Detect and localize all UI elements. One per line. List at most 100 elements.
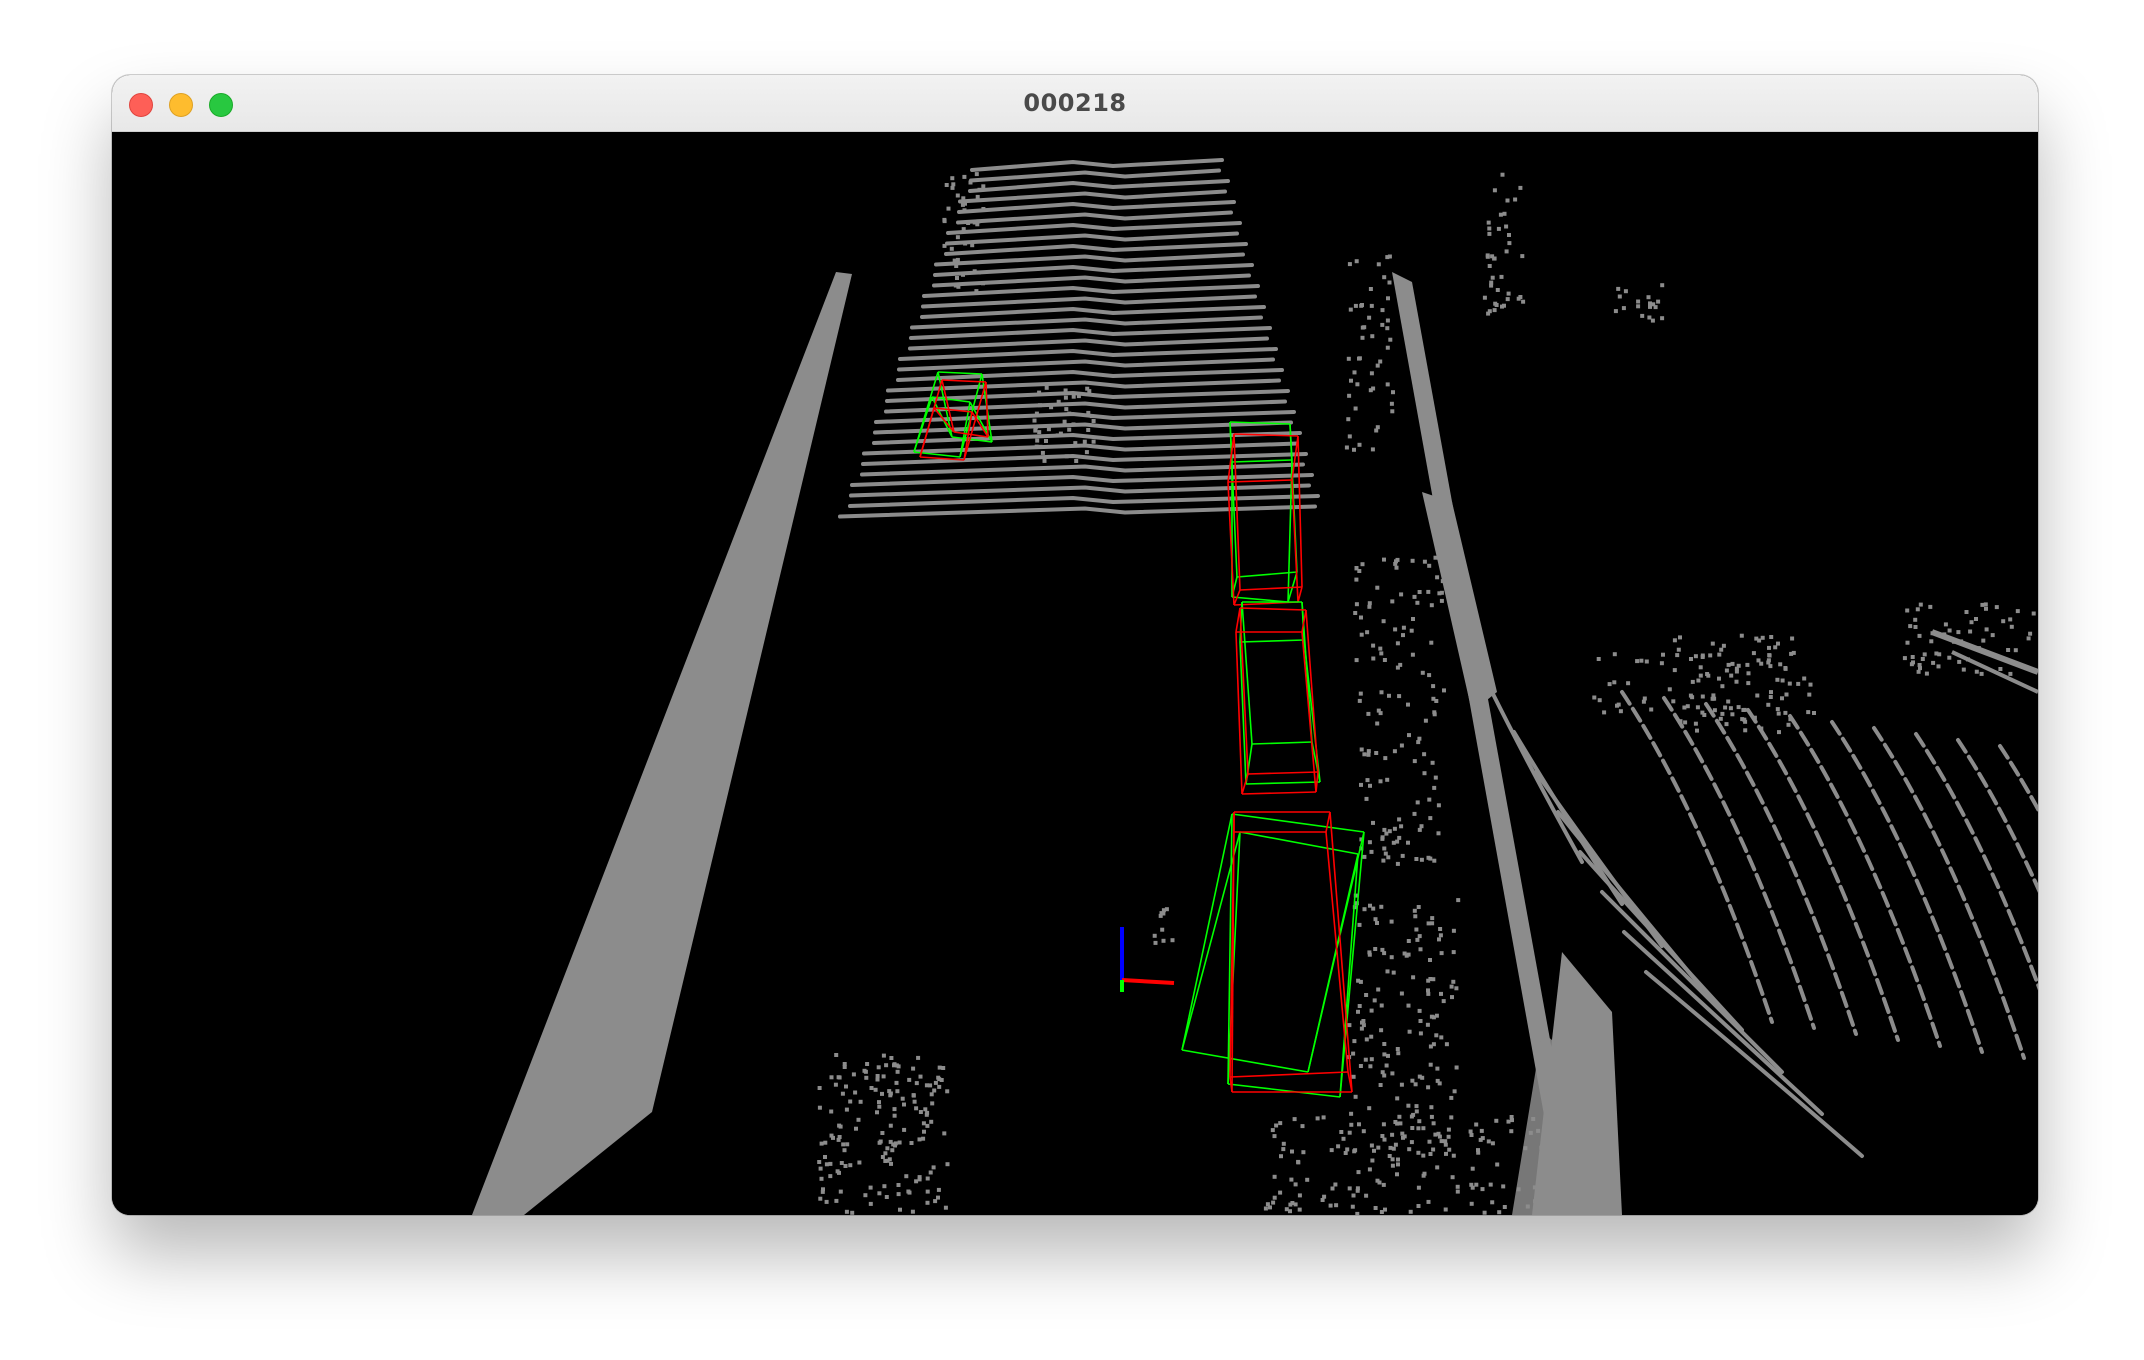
point	[1700, 653, 1705, 658]
point	[850, 1210, 855, 1215]
point	[868, 1201, 873, 1206]
point	[1408, 1209, 1413, 1214]
point	[1905, 608, 1910, 613]
point	[1676, 647, 1681, 652]
point	[914, 1106, 919, 1111]
point	[1539, 1145, 1544, 1150]
point	[895, 1069, 900, 1074]
point	[1913, 617, 1918, 622]
point	[944, 183, 949, 187]
point	[1358, 979, 1363, 984]
point	[1320, 1198, 1325, 1202]
point	[1918, 666, 1922, 671]
point	[1369, 1034, 1374, 1039]
point	[1410, 1126, 1415, 1130]
point	[1360, 335, 1365, 340]
point	[1365, 778, 1370, 783]
point	[884, 1063, 889, 1068]
point	[1385, 969, 1390, 974]
point	[1495, 1162, 1500, 1167]
point	[1482, 1210, 1487, 1215]
point	[853, 1090, 858, 1095]
point	[1806, 710, 1811, 715]
point	[1371, 643, 1376, 648]
point	[817, 1086, 822, 1090]
point	[1617, 294, 1622, 299]
point	[1384, 1063, 1389, 1068]
point	[1427, 797, 1432, 802]
point	[929, 1092, 934, 1097]
point	[1492, 256, 1497, 261]
point	[1073, 441, 1078, 446]
point	[1808, 682, 1813, 687]
point-cloud-scene[interactable]	[112, 132, 2038, 1215]
point	[1414, 1109, 1419, 1114]
point	[1055, 433, 1060, 438]
point	[1615, 703, 1619, 708]
point	[1396, 1051, 1401, 1056]
point	[1436, 831, 1441, 836]
point	[1717, 676, 1721, 681]
point	[1064, 407, 1069, 412]
point	[902, 1127, 907, 1132]
point	[1444, 1151, 1448, 1156]
point	[1367, 952, 1372, 957]
point	[1373, 1206, 1378, 1210]
point	[843, 1164, 848, 1168]
point	[840, 1091, 845, 1096]
point	[1499, 274, 1504, 279]
point	[1396, 1157, 1400, 1162]
point	[1432, 785, 1437, 790]
point	[1621, 306, 1626, 311]
point	[1698, 673, 1703, 678]
point	[1639, 658, 1644, 663]
point	[1421, 1173, 1426, 1178]
point	[1357, 442, 1362, 447]
point	[1613, 309, 1618, 314]
point	[1362, 907, 1367, 912]
point	[1382, 1042, 1387, 1046]
point	[1334, 1203, 1339, 1208]
point	[1438, 927, 1443, 931]
title-bar[interactable]: 000218	[112, 75, 2038, 132]
point	[1371, 386, 1376, 391]
point	[1425, 1022, 1430, 1027]
point	[1352, 1039, 1357, 1044]
point	[1936, 664, 1941, 669]
point	[1428, 1152, 1433, 1156]
point	[952, 258, 957, 263]
point	[1411, 617, 1415, 621]
point	[1726, 699, 1731, 704]
point-cloud-viewport[interactable]	[112, 132, 2038, 1215]
point	[1743, 719, 1748, 724]
point	[1353, 611, 1358, 615]
point	[1398, 1121, 1403, 1126]
point	[1067, 427, 1072, 432]
point	[1271, 1200, 1276, 1205]
point	[1787, 681, 1792, 686]
point	[1507, 233, 1511, 237]
point	[1780, 678, 1785, 683]
point	[1071, 394, 1076, 399]
point	[1378, 779, 1383, 784]
point	[1429, 1114, 1434, 1119]
point	[1374, 428, 1379, 433]
point	[936, 1187, 941, 1192]
point	[1037, 390, 1042, 395]
point	[1438, 933, 1443, 938]
point	[2001, 619, 2006, 624]
point	[1500, 304, 1504, 309]
point	[1455, 1184, 1460, 1189]
point	[1386, 855, 1391, 860]
point	[1062, 419, 1067, 424]
point	[1416, 905, 1421, 909]
point	[1064, 454, 1069, 459]
point	[842, 1148, 847, 1153]
point	[1363, 1057, 1368, 1062]
point	[1430, 760, 1435, 765]
point	[857, 1160, 862, 1165]
point	[1647, 315, 1652, 320]
point	[1353, 1094, 1358, 1099]
point	[1366, 711, 1371, 716]
point	[1768, 695, 1773, 699]
